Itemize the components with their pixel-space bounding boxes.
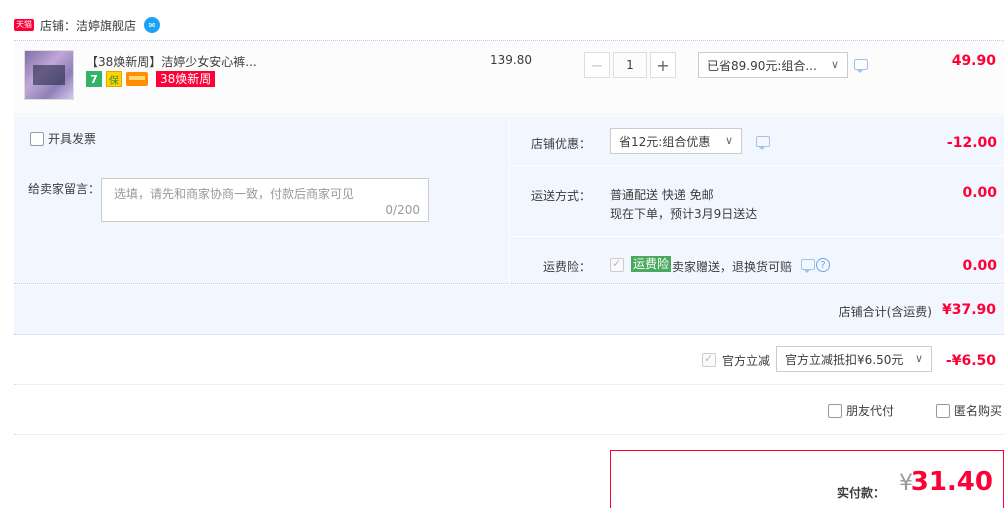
insurance-badge: 运费险 (631, 256, 672, 272)
product-title[interactable]: 【38焕新周】洁婷少女安心裤... (86, 53, 257, 70)
credit-card-icon (126, 72, 148, 86)
chat-icon[interactable]: ✉ (144, 17, 161, 33)
official-discount-value: -¥6.50 (945, 353, 996, 369)
quantity-input[interactable]: 1 (613, 52, 647, 78)
invoice-option[interactable]: 开具发票 (30, 130, 96, 147)
insurance-text: 卖家赠送，退换货可赔 (672, 260, 793, 274)
shop-coupon-label: 店铺优惠： (530, 137, 591, 151)
shipping-label: 运送方式： (530, 189, 591, 203)
help-icon[interactable]: ? (816, 258, 830, 272)
shop-coupon-value: -12.00 (946, 135, 997, 151)
official-discount-select[interactable]: 官方立减抵扣¥6.50元 ∨ (776, 346, 932, 372)
shop-total-row: 店铺合计(含运费) ¥37.90 (14, 285, 1004, 335)
chevron-down-icon: ∨ (724, 134, 733, 147)
quantity-decrease-button[interactable]: − (584, 52, 610, 78)
options-left: 开具发票 给卖家留言： 选填，请先和商家协商一致，付款后商家可见 0/200 (14, 116, 508, 284)
shop-coupon-row: 店铺优惠： 省12元:组合优惠 ∨ -12.00 (510, 116, 1005, 166)
shipping-eta: 现在下单，预计3月9日送达 (610, 207, 758, 221)
payment-label: 实付款： (836, 486, 885, 500)
official-discount-select-value: 官方立减抵扣¥6.50元 (785, 352, 904, 367)
tmall-badge: 天猫 (14, 19, 34, 31)
comment-icon[interactable] (756, 136, 770, 150)
shipping-method: 普通配送 快递 免邮 (610, 188, 714, 202)
promo-tag: 38焕新周 (156, 71, 216, 87)
official-discount-row: 官方立减 官方立减抵扣¥6.50元 ∨ -¥6.50 (14, 336, 1004, 385)
chevron-down-icon: ∨ (830, 58, 839, 71)
comment-icon[interactable] (854, 59, 868, 73)
item-discount-select[interactable]: 已省89.90元:组合... ∨ (698, 52, 848, 78)
product-thumbnail[interactable] (24, 50, 74, 100)
quantity-increase-button[interactable]: + (650, 52, 676, 78)
friend-pay-label: 朋友代付 (846, 404, 895, 418)
item-subtotal: 49.90 (951, 53, 996, 69)
anonymous-purchase-label: 匿名购买 (954, 404, 1003, 418)
payment-amount: 31.40 (910, 467, 993, 497)
official-discount-label: 官方立减 (722, 354, 771, 368)
insurance-checkbox (610, 257, 624, 272)
message-label: 给卖家留言： (28, 182, 101, 196)
shop-coupon-select[interactable]: 省12元:组合优惠 ∨ (610, 128, 742, 154)
item-discount-select-value: 已省89.90元:组合... (707, 58, 817, 73)
chevron-down-icon: ∨ (914, 352, 923, 365)
shipping-value: 0.00 (962, 185, 997, 201)
friend-pay-option[interactable]: 朋友代付 (828, 402, 894, 419)
insurance-label: 运费险： (542, 260, 591, 274)
extras-row: 朋友代付 匿名购买 (14, 386, 1004, 435)
anonymous-purchase-option[interactable]: 匿名购买 (936, 402, 1002, 419)
payment-total-box: 实付款： ¥ 31.40 (610, 450, 1004, 508)
shop-total-value: ¥37.90 (941, 302, 996, 318)
seven-day-return-icon: 7 (86, 71, 102, 87)
guarantee-icon: 保 (106, 71, 122, 87)
invoice-checkbox[interactable] (30, 131, 44, 146)
shipping-row: 运送方式： 普通配送 快递 免邮 现在下单，预计3月9日送达 0.00 (510, 167, 1005, 237)
friend-pay-checkbox[interactable] (828, 403, 842, 418)
order-options-panel: 开具发票 给卖家留言： 选填，请先和商家协商一致，付款后商家可见 0/200 店… (14, 116, 1005, 284)
shop-coupon-select-value: 省12元:组合优惠 (619, 134, 711, 149)
insurance-value: 0.00 (962, 258, 997, 274)
anonymous-purchase-checkbox[interactable] (936, 403, 950, 418)
seller-message-placeholder: 选填，请先和商家协商一致，付款后商家可见 (114, 187, 355, 201)
shop-header: 天猫 店铺：洁婷旗舰店 ✉ (14, 14, 161, 36)
shop-name[interactable]: 店铺：洁婷旗舰店 (40, 17, 136, 34)
shop-total-label: 店铺合计(含运费) (838, 305, 932, 319)
seller-message-input[interactable]: 选填，请先和商家协商一致，付款后商家可见 0/200 (101, 178, 429, 222)
official-discount-checkbox (702, 352, 716, 367)
comment-icon[interactable] (801, 259, 815, 273)
invoice-label: 开具发票 (48, 132, 97, 146)
quantity-stepper: − 1 + (584, 52, 676, 78)
shipping-insurance-row: 运费险： 运费险 卖家赠送，退换货可赔 ? 0.00 (510, 238, 1005, 284)
order-item-row: 【38焕新周】洁婷少女安心裤... 7 保 38焕新周 139.80 − 1 +… (14, 40, 1004, 115)
options-right: 店铺优惠： 省12元:组合优惠 ∨ -12.00 运送方式： 普通配送 快递 免… (509, 116, 1005, 284)
product-tags: 7 保 38焕新周 (86, 71, 216, 87)
seller-message-count: 0/200 (385, 203, 420, 217)
unit-price: 139.80 (490, 53, 532, 67)
